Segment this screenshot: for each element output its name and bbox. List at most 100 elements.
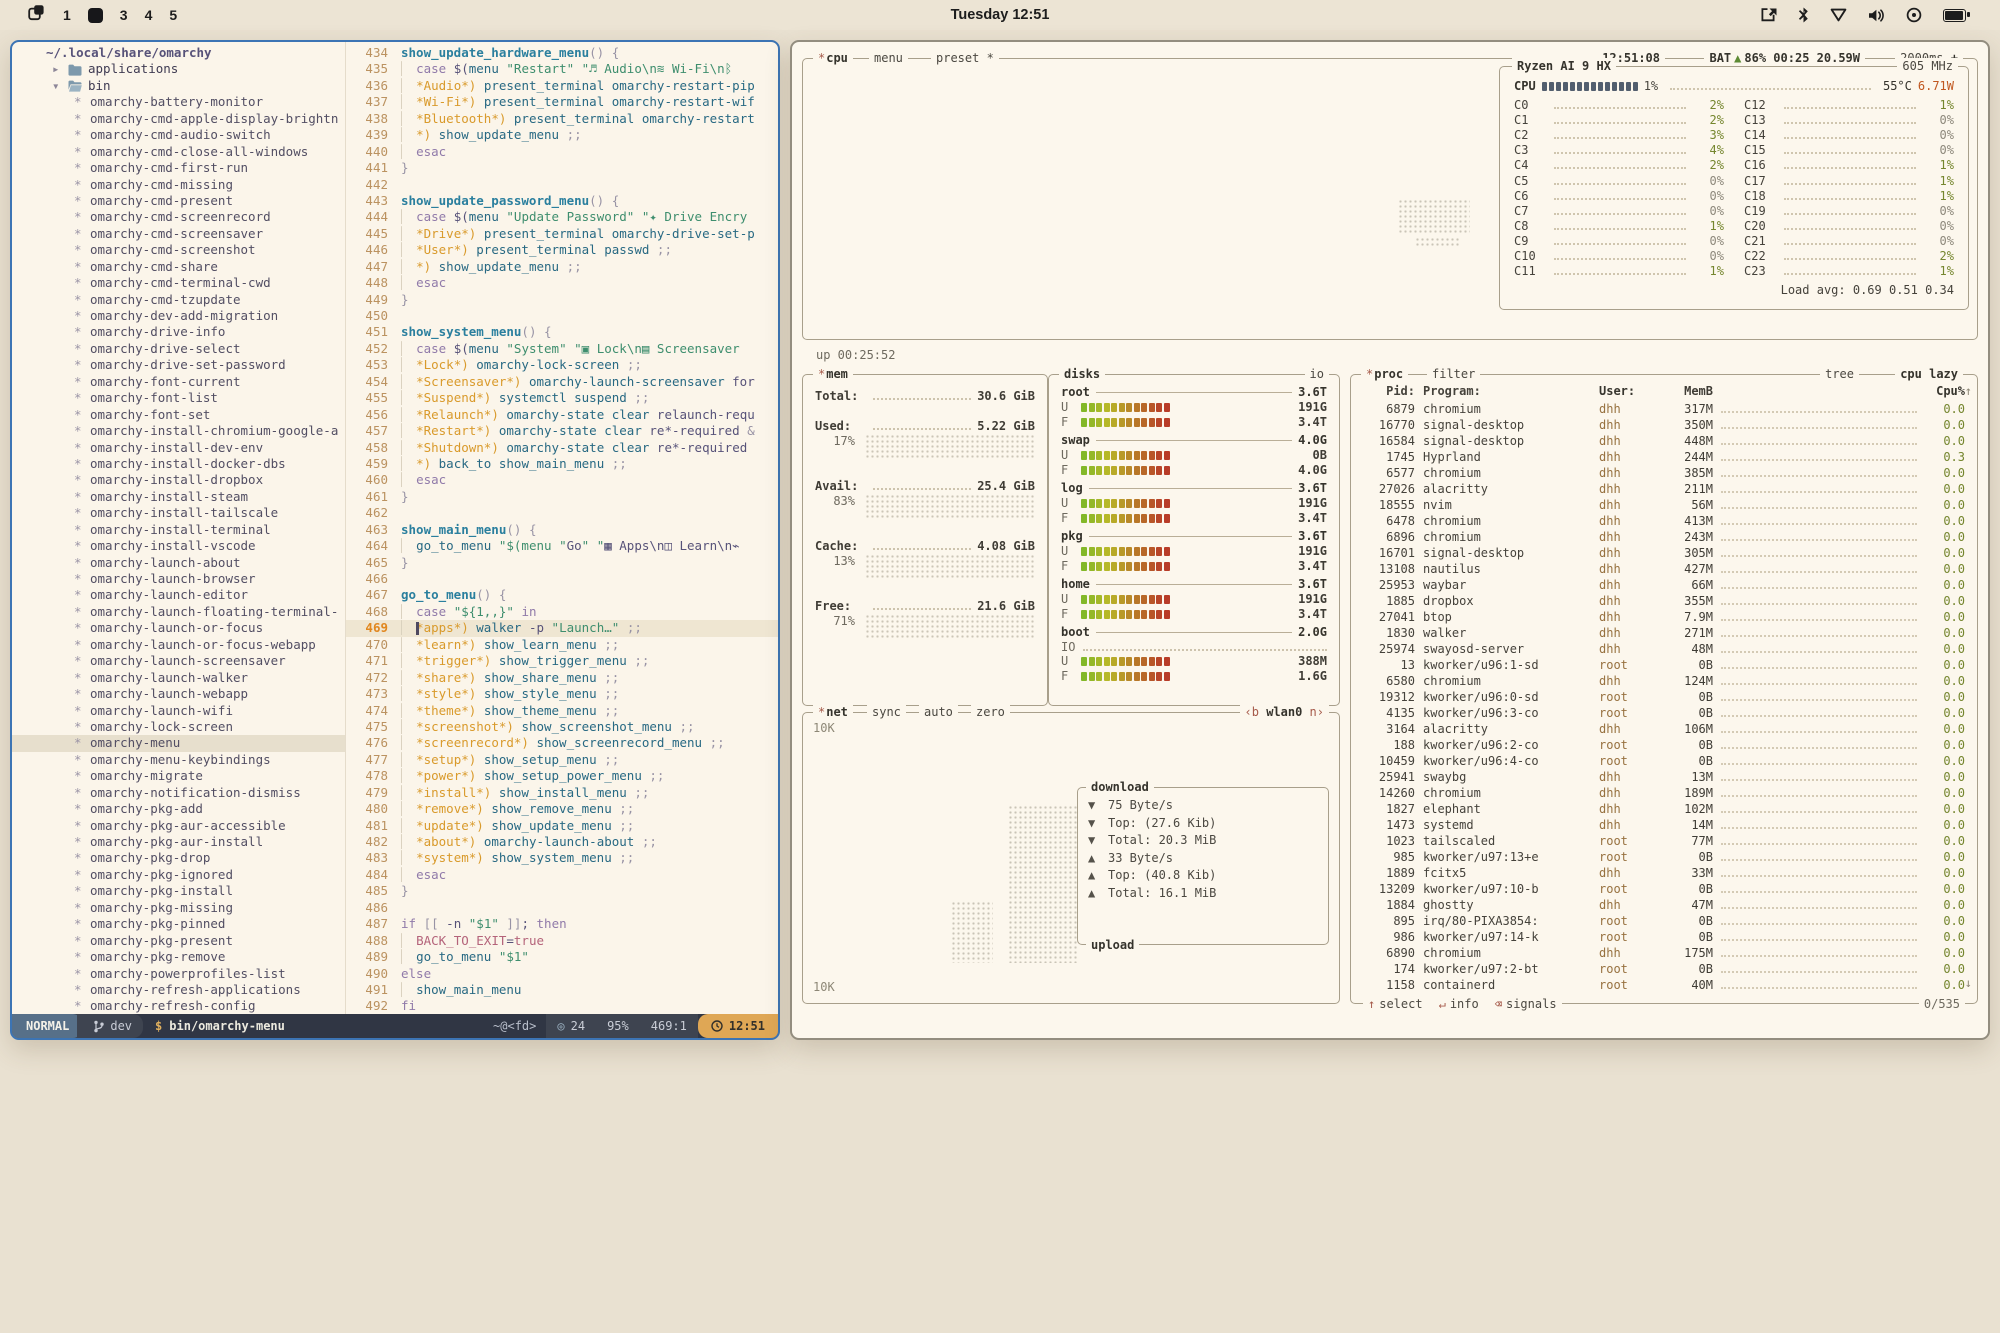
- process-row[interactable]: 6580 chromium dhh 124M 0.0: [1351, 673, 1977, 689]
- tree-file-row[interactable]: * omarchy-launch-browser: [12, 571, 345, 587]
- tree-file-row[interactable]: * omarchy-cmd-first-run: [12, 160, 345, 176]
- code-line[interactable]: 475▏ *screenshot*) show_screenshot_menu …: [346, 719, 778, 735]
- process-row[interactable]: 1827 elephant dhh 102M 0.0: [1351, 801, 1977, 817]
- process-row[interactable]: 16770 signal-desktop dhh 350M 0.0: [1351, 417, 1977, 433]
- code-line[interactable]: 465}: [346, 555, 778, 571]
- tree-file-row[interactable]: * omarchy-cmd-present: [12, 193, 345, 209]
- code-line[interactable]: 484▏ esac: [346, 867, 778, 883]
- tree-file-row[interactable]: * omarchy-launch-wifi: [12, 703, 345, 719]
- tree-file-row[interactable]: * omarchy-install-vscode: [12, 538, 345, 554]
- code-line[interactable]: 440▏ esac: [346, 144, 778, 160]
- tree-file-row[interactable]: * omarchy-cmd-screensaver: [12, 226, 345, 242]
- volume-icon[interactable]: [1868, 8, 1885, 23]
- process-row[interactable]: 1884 ghostty dhh 47M 0.0: [1351, 897, 1977, 913]
- code-line[interactable]: 486: [346, 900, 778, 916]
- sort-arrow-icon[interactable]: ↑: [1965, 384, 1972, 399]
- tree-file-row[interactable]: * omarchy-install-dev-env: [12, 440, 345, 456]
- code-line[interactable]: 492fi: [346, 998, 778, 1014]
- signals-hint[interactable]: ⌫signals: [1495, 996, 1557, 1012]
- process-row[interactable]: 1473 systemd dhh 14M 0.0: [1351, 817, 1977, 833]
- code-line[interactable]: 435▏ case $(menu "Restart" "♬ Audio\n≋ W…: [346, 61, 778, 77]
- code-line[interactable]: 447▏ *) show_update_menu ;;: [346, 259, 778, 275]
- code-line[interactable]: 483▏ *system*) show_system_menu ;;: [346, 850, 778, 866]
- sync-tab[interactable]: sync: [867, 704, 906, 720]
- code-line[interactable]: 471▏ *trigger*) show_trigger_menu ;;: [346, 653, 778, 669]
- process-row[interactable]: 27026 alacritty dhh 211M 0.0: [1351, 481, 1977, 497]
- tree-file-row[interactable]: * omarchy-pkg-pinned: [12, 916, 345, 932]
- select-hint[interactable]: ↑select: [1368, 996, 1423, 1012]
- tree-root-path[interactable]: ~/.local/share/omarchy: [12, 45, 345, 61]
- tree-file-row[interactable]: * omarchy-cmd-missing: [12, 177, 345, 193]
- code-line[interactable]: 438▏ *Bluetooth*) present_terminal omarc…: [346, 111, 778, 127]
- process-row[interactable]: 174 kworker/u97:2-bt root 0B 0.0: [1351, 961, 1977, 977]
- code-line[interactable]: 448▏ esac: [346, 275, 778, 291]
- process-row[interactable]: 6896 chromium dhh 243M 0.0: [1351, 529, 1977, 545]
- process-row[interactable]: 16701 signal-desktop dhh 305M 0.0: [1351, 545, 1977, 561]
- tree-file-row[interactable]: * omarchy-drive-info: [12, 324, 345, 340]
- io-tab[interactable]: io: [1305, 366, 1329, 382]
- code-line[interactable]: 454▏ *Screensaver*) omarchy-launch-scree…: [346, 374, 778, 390]
- process-row[interactable]: 25941 swaybg dhh 13M 0.0: [1351, 769, 1977, 785]
- power-profile-icon[interactable]: [1906, 7, 1922, 23]
- process-row[interactable]: 13209 kworker/u97:10-b root 0B 0.0: [1351, 881, 1977, 897]
- code-line[interactable]: 482▏ *about*) omarchy-launch-about ;;: [346, 834, 778, 850]
- workspace-4[interactable]: 4: [145, 7, 153, 23]
- code-line[interactable]: 460▏ esac: [346, 472, 778, 488]
- process-row[interactable]: 986 kworker/u97:14-k root 0B 0.0: [1351, 929, 1977, 945]
- process-row[interactable]: 895 irq/80-PIXA3854: root 0B 0.0: [1351, 913, 1977, 929]
- tree-file-row[interactable]: * omarchy-launch-screensaver: [12, 653, 345, 669]
- tree-folder-bin[interactable]: ▾ bin: [12, 78, 345, 94]
- code-line[interactable]: 453▏ *Lock*) omarchy-lock-screen ;;: [346, 357, 778, 373]
- code-line[interactable]: 488▏ BACK_TO_EXIT=true: [346, 933, 778, 949]
- process-row[interactable]: 1889 fcitx5 dhh 33M 0.0: [1351, 865, 1977, 881]
- code-line[interactable]: 468▏ case "${1,,}" in: [346, 604, 778, 620]
- code-line[interactable]: 458▏ *Shutdown*) omarchy-state clear re*…: [346, 440, 778, 456]
- code-line[interactable]: 445▏ *Drive*) present_terminal omarchy-d…: [346, 226, 778, 242]
- process-row[interactable]: 14260 chromium dhh 189M 0.0: [1351, 785, 1977, 801]
- process-row[interactable]: 1158 containerd root 40M 0.0: [1351, 977, 1977, 993]
- tree-file-row[interactable]: * omarchy-cmd-share: [12, 259, 345, 275]
- net-panel-title[interactable]: *net: [813, 704, 853, 720]
- code-line[interactable]: 473▏ *style*) show_style_menu ;;: [346, 686, 778, 702]
- code-line[interactable]: 449}: [346, 292, 778, 308]
- process-row[interactable]: 13108 nautilus dhh 427M 0.0: [1351, 561, 1977, 577]
- clock[interactable]: Tuesday 12:51: [951, 7, 1050, 23]
- process-row[interactable]: 188 kworker/u96:2-co root 0B 0.0: [1351, 737, 1977, 753]
- battery-icon[interactable]: [1943, 9, 1966, 22]
- code-line[interactable]: 467go_to_menu() {: [346, 587, 778, 603]
- filter-control[interactable]: filter: [1427, 366, 1480, 382]
- code-line[interactable]: 444▏ case $(menu "Update Password" "✦ Dr…: [346, 209, 778, 225]
- code-line[interactable]: 451show_system_menu() {: [346, 324, 778, 340]
- tree-file-row[interactable]: * omarchy-launch-or-focus-webapp: [12, 637, 345, 653]
- code-line[interactable]: 442: [346, 177, 778, 193]
- tree-file-row[interactable]: * omarchy-install-tailscale: [12, 505, 345, 521]
- tree-file-row[interactable]: * omarchy-dev-add-migration: [12, 308, 345, 324]
- tree-file-row[interactable]: * omarchy-menu-keybindings: [12, 752, 345, 768]
- menu-tab[interactable]: menu: [869, 50, 908, 66]
- process-row[interactable]: 13 kworker/u96:1-sd root 0B 0.0: [1351, 657, 1977, 673]
- preset-tab[interactable]: preset *: [931, 50, 999, 66]
- code-line[interactable]: 450: [346, 308, 778, 324]
- bluetooth-icon[interactable]: [1798, 7, 1809, 23]
- code-line[interactable]: 441}: [346, 160, 778, 176]
- zero-tab[interactable]: zero: [971, 704, 1010, 720]
- code-line[interactable]: 469▏ *apps*) walker -p "Launch…" ;;: [346, 620, 778, 636]
- tree-file-row[interactable]: * omarchy-font-list: [12, 390, 345, 406]
- process-row[interactable]: 4135 kworker/u96:3-co root 0B 0.0: [1351, 705, 1977, 721]
- tree-file-row[interactable]: * omarchy-font-set: [12, 407, 345, 423]
- tree-file-row[interactable]: * omarchy-migrate: [12, 768, 345, 784]
- code-line[interactable]: 452▏ case $(menu "System" "▣ Lock\n▤ Scr…: [346, 341, 778, 357]
- tree-file-row[interactable]: * omarchy-launch-webapp: [12, 686, 345, 702]
- code-line[interactable]: 485}: [346, 883, 778, 899]
- process-row[interactable]: 985 kworker/u97:13+e root 0B 0.0: [1351, 849, 1977, 865]
- tree-file-row[interactable]: * omarchy-notification-dismiss: [12, 785, 345, 801]
- auto-tab[interactable]: auto: [919, 704, 958, 720]
- tree-file-row[interactable]: * omarchy-launch-walker: [12, 670, 345, 686]
- tree-file-row[interactable]: * omarchy-drive-select: [12, 341, 345, 357]
- tree-file-row[interactable]: * omarchy-pkg-remove: [12, 949, 345, 965]
- wifi-icon[interactable]: [1830, 8, 1847, 22]
- disks-panel-title[interactable]: disks: [1059, 366, 1105, 382]
- tree-file-row[interactable]: * omarchy-launch-editor: [12, 587, 345, 603]
- process-row[interactable]: 16584 signal-desktop dhh 448M 0.0: [1351, 433, 1977, 449]
- screen-share-icon[interactable]: [1760, 8, 1777, 23]
